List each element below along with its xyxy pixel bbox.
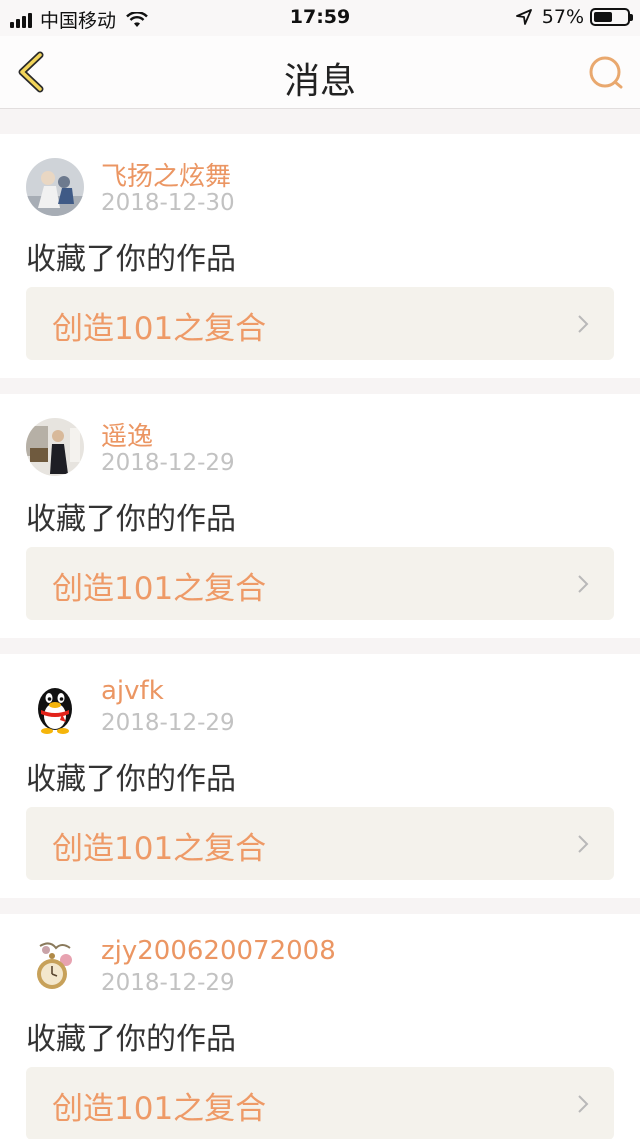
status-bar: 中国移动 17:59 57% [0,0,640,36]
work-link[interactable]: 创造101之复合 [26,547,614,620]
message-date: 2018-12-29 [101,970,235,996]
work-title: 创造101之复合 [52,571,267,607]
username[interactable]: ajvfk [101,676,164,706]
avatar[interactable] [26,418,84,476]
message-action: 收藏了你的作品 [26,1022,236,1057]
chevron-right-icon [578,575,589,593]
work-link[interactable]: 创造101之复合 [26,807,614,880]
message-date: 2018-12-30 [101,190,235,216]
status-right: 57% [515,6,633,28]
avatar[interactable] [26,678,84,736]
message-action: 收藏了你的作品 [26,762,236,797]
work-title: 创造101之复合 [52,311,267,347]
search-button[interactable] [586,54,626,92]
avatar-photo-icon [26,418,84,476]
avatar[interactable] [26,158,84,216]
message-card: 遥逸 2018-12-29 收藏了你的作品 创造101之复合 [0,394,640,638]
penguin-avatar-icon [26,678,84,736]
chevron-right-icon [578,1095,589,1113]
username[interactable]: zjy200620072008 [101,936,336,966]
battery-level [594,12,612,22]
message-action: 收藏了你的作品 [26,502,236,537]
nav-bar: 消息 [0,36,640,109]
message-card: zjy200620072008 2018-12-29 收藏了你的作品 创造101… [0,914,640,1139]
avatar[interactable] [26,938,84,996]
chevron-right-icon [578,315,589,333]
pocket-watch-avatar-icon [26,938,84,996]
message-date: 2018-12-29 [101,710,235,736]
work-link[interactable]: 创造101之复合 [26,287,614,360]
battery-icon [590,8,633,26]
location-icon [515,9,532,25]
message-date: 2018-12-29 [101,450,235,476]
search-icon [589,56,623,89]
work-link[interactable]: 创造101之复合 [26,1067,614,1139]
message-card: 飞扬之炫舞 2018-12-30 收藏了你的作品 创造101之复合 [0,134,640,378]
message-list: 飞扬之炫舞 2018-12-30 收藏了你的作品 创造101之复合 遥逸 201… [0,118,640,1139]
work-title: 创造101之复合 [52,831,267,867]
username[interactable]: 飞扬之炫舞 [101,156,231,193]
message-card: ajvfk 2018-12-29 收藏了你的作品 创造101之复合 [0,654,640,898]
chevron-right-icon [578,835,589,853]
battery-percent: 57% [541,6,584,28]
work-title: 创造101之复合 [52,1091,267,1127]
avatar-photo-icon [26,158,84,216]
messages-screen: 中国移动 17:59 57% 消息 飞扬之炫舞 2018-12-30 收藏了你的… [0,0,640,1139]
message-action: 收藏了你的作品 [26,242,236,277]
page-title: 消息 [283,61,356,102]
username[interactable]: 遥逸 [101,416,153,453]
